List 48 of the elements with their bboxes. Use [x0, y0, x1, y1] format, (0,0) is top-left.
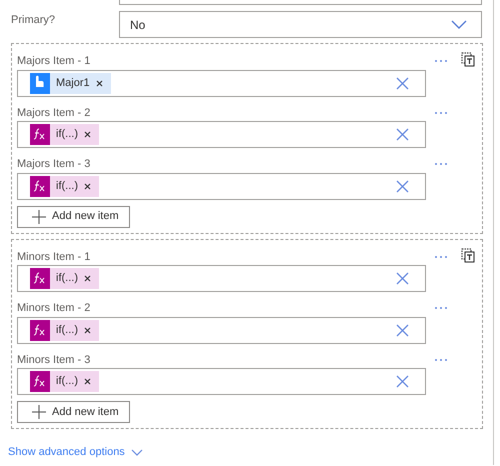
add-item-button[interactable]: Add new item	[17, 401, 130, 423]
clear-icon[interactable]	[396, 128, 409, 141]
dropdown[interactable]: No	[119, 11, 482, 38]
more-icon[interactable]	[434, 254, 448, 258]
more-icon[interactable]	[434, 358, 448, 362]
field-label: Minors Item - 3	[17, 352, 90, 366]
token-field[interactable]: if(...)	[17, 316, 426, 344]
more-icon[interactable]	[434, 306, 448, 310]
more-icon[interactable]	[434, 110, 448, 114]
token[interactable]: Major1	[30, 72, 111, 94]
chevron-down-icon	[451, 20, 467, 29]
token-field[interactable]: if(...)	[17, 265, 426, 292]
clear-icon[interactable]	[396, 76, 409, 90]
copy-icon[interactable]	[461, 52, 475, 67]
remove-icon[interactable]	[84, 182, 91, 190]
token[interactable]: if(...)	[30, 124, 99, 145]
clear-icon[interactable]	[396, 180, 409, 192]
advanced-options-link[interactable]: Show advanced options	[8, 444, 493, 460]
field-label: Majors Item - 1	[17, 54, 90, 68]
field-label: Minors Item - 1	[17, 250, 90, 264]
text-field[interactable]	[119, 0, 482, 5]
plus-icon	[32, 210, 46, 224]
clear-icon[interactable]	[396, 375, 409, 388]
chevron-down-icon	[130, 448, 143, 456]
remove-icon[interactable]	[84, 275, 91, 282]
clear-icon[interactable]	[396, 324, 409, 336]
plus-icon	[32, 405, 46, 419]
token-field[interactable]: Major1	[17, 70, 426, 96]
remove-icon[interactable]	[84, 378, 91, 385]
copy-icon[interactable]	[461, 248, 475, 262]
field-label: Minors Item - 2	[17, 301, 90, 315]
remove-icon[interactable]	[84, 326, 91, 334]
field-label: Primary?	[11, 13, 56, 28]
more-icon[interactable]	[434, 162, 448, 166]
token-field[interactable]: if(...)	[17, 368, 426, 395]
field-label: Majors Item - 3	[17, 157, 90, 171]
add-item-button[interactable]: Add new item	[17, 206, 130, 228]
token-field[interactable]: if(...)	[17, 172, 426, 200]
clear-icon[interactable]	[396, 272, 409, 285]
token-field[interactable]: if(...)	[17, 121, 426, 148]
token[interactable]: if(...)	[30, 268, 99, 289]
token[interactable]: if(...)	[30, 176, 99, 196]
remove-icon[interactable]	[96, 80, 103, 86]
field-label: Majors Item - 2	[17, 106, 90, 120]
remove-icon[interactable]	[84, 131, 91, 138]
more-icon[interactable]	[434, 59, 448, 63]
token[interactable]: if(...)	[30, 320, 99, 340]
token[interactable]: if(...)	[30, 371, 99, 392]
